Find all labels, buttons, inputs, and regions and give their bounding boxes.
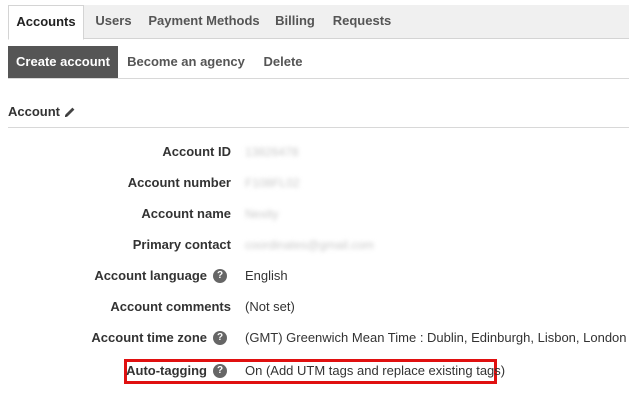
action-bar: Create account Become an agency Delete: [8, 46, 629, 79]
primary-contact-value: coordinates@gmail.com: [245, 238, 374, 252]
account-name-value: Nexity: [245, 207, 279, 221]
field-row-account-id: Account ID 13826478: [0, 142, 629, 162]
field-row-account-language: Account language ? English: [0, 266, 629, 286]
field-row-auto-tagging: Auto-tagging ? On (Add UTM tags and repl…: [0, 361, 629, 381]
help-icon[interactable]: ?: [213, 269, 227, 283]
help-icon[interactable]: ?: [213, 331, 227, 345]
tab-users[interactable]: Users: [86, 5, 141, 39]
create-account-button[interactable]: Create account: [8, 46, 118, 78]
account-time-zone-label: Account time zone: [91, 330, 207, 345]
section-divider: [8, 127, 629, 128]
account-id-value: 13826478: [245, 145, 299, 159]
help-icon[interactable]: ?: [213, 364, 227, 378]
account-comments-label: Account comments: [110, 299, 231, 314]
become-agency-button[interactable]: Become an agency: [126, 46, 246, 78]
pencil-icon[interactable]: [64, 106, 76, 118]
account-number-value: F108FL02: [245, 176, 300, 190]
tab-accounts[interactable]: Accounts: [8, 5, 84, 40]
section-title: Account: [8, 104, 60, 119]
tab-payment-methods[interactable]: Payment Methods: [144, 5, 264, 39]
tab-requests[interactable]: Requests: [326, 5, 398, 39]
tab-billing[interactable]: Billing: [268, 5, 322, 39]
primary-contact-label: Primary contact: [132, 237, 231, 252]
field-row-account-number: Account number F108FL02: [0, 173, 629, 193]
section-header: Account: [8, 104, 76, 119]
auto-tagging-value: On (Add UTM tags and replace existing ta…: [245, 363, 506, 378]
delete-button[interactable]: Delete: [258, 46, 308, 78]
tab-bar: Accounts Users Payment Methods Billing R…: [8, 5, 629, 40]
auto-tagging-label: Auto-tagging: [126, 363, 207, 378]
field-row-primary-contact: Primary contact coordinates@gmail.com: [0, 235, 629, 255]
account-comments-value: (Not set): [245, 299, 295, 314]
account-number-label: Account number: [127, 175, 231, 190]
account-language-value: English: [245, 268, 288, 283]
account-time-zone-value: (GMT) Greenwich Mean Time : Dublin, Edin…: [245, 330, 627, 345]
account-name-label: Account name: [141, 206, 231, 221]
field-row-account-name: Account name Nexity: [0, 204, 629, 224]
account-id-label: Account ID: [162, 144, 231, 159]
account-language-label: Account language: [94, 268, 207, 283]
field-row-account-time-zone: Account time zone ? (GMT) Greenwich Mean…: [0, 328, 629, 348]
field-row-account-comments: Account comments (Not set): [0, 297, 629, 317]
